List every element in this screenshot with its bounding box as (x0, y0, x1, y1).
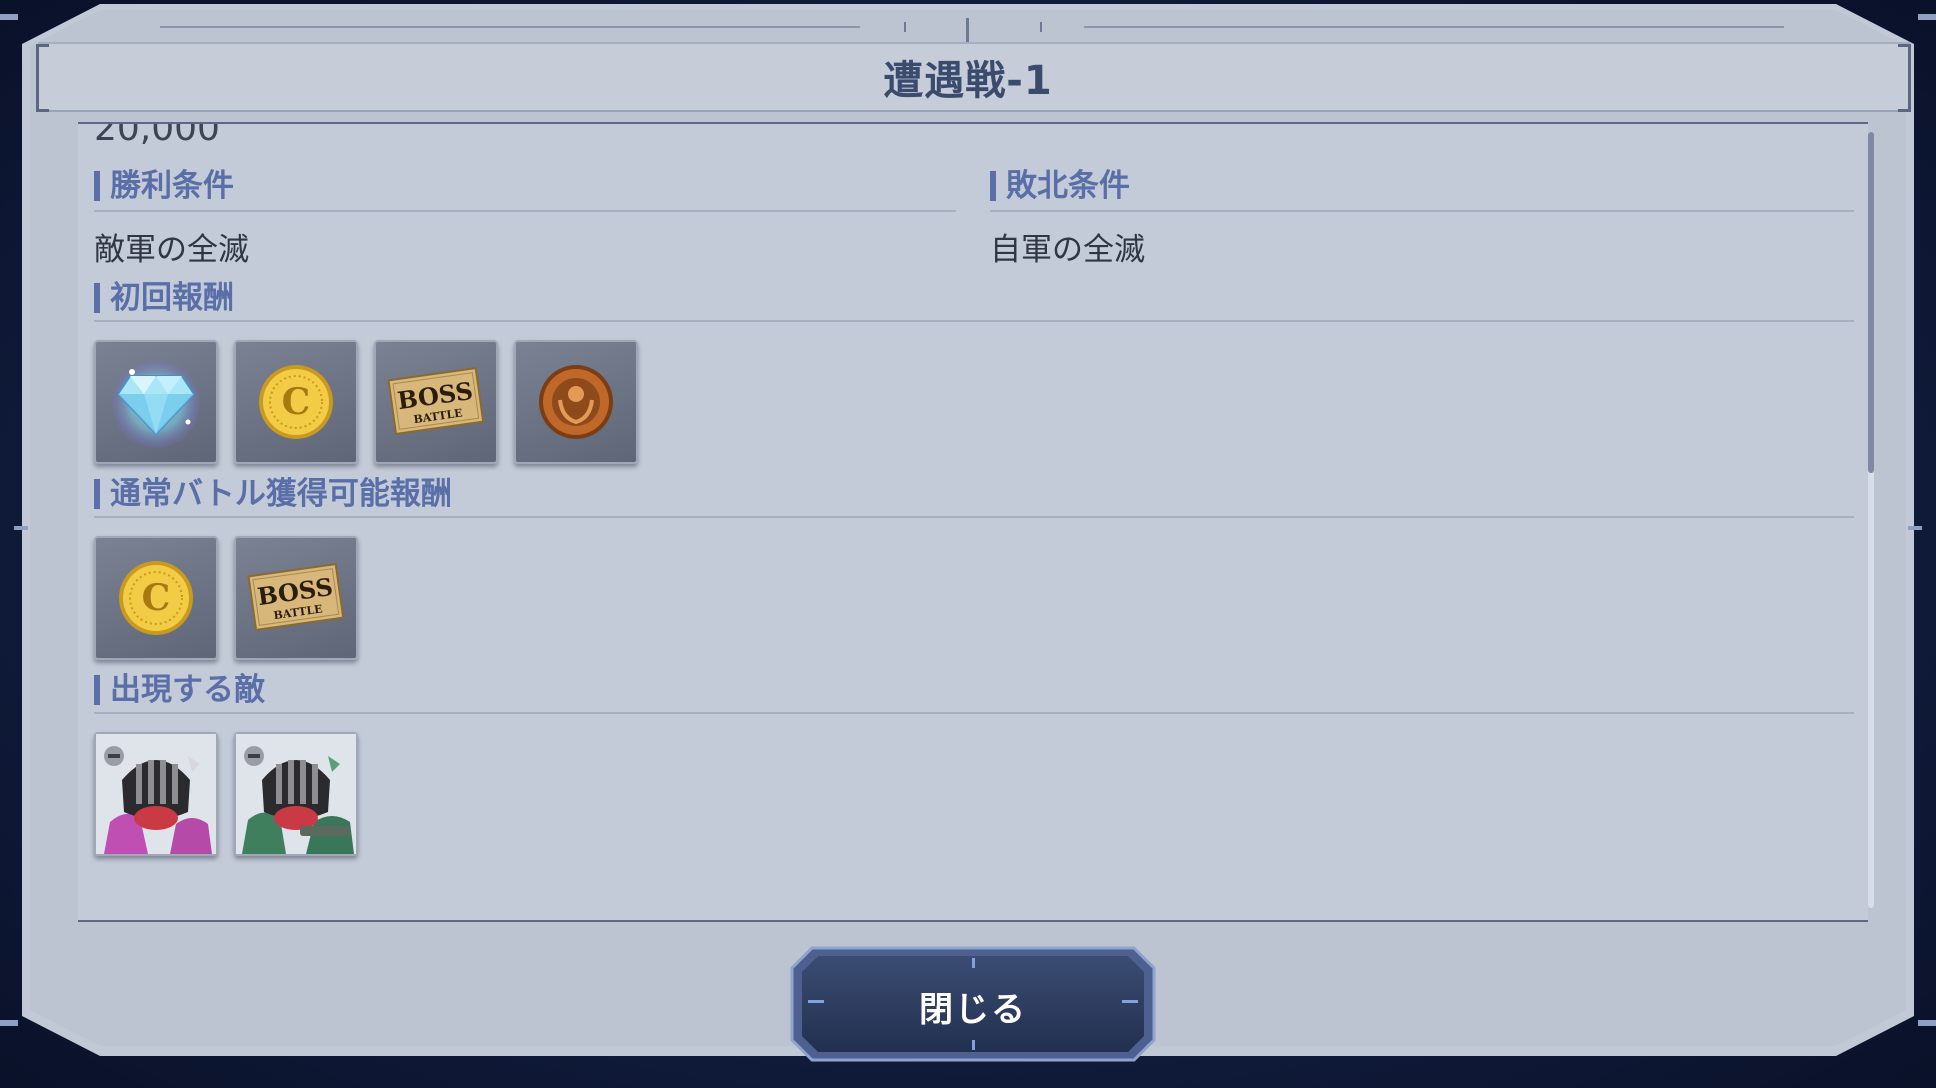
top-decor-rule-left (160, 26, 860, 28)
content-scrollbar[interactable] (1868, 132, 1874, 908)
reward-diamond-gem[interactable] (94, 340, 218, 464)
close-button-label: 閉じる (919, 990, 1027, 1030)
svg-text:C: C (282, 381, 311, 423)
boss-battle-ticket-icon: BOSS BATTLE (387, 367, 485, 436)
reward-bronze-medal[interactable] (514, 340, 638, 464)
stage-info-scroll-area[interactable]: 20,000 勝利条件 敵軍の全滅 敗北条件 自軍の全滅 初回報酬 C BOSS… (78, 122, 1868, 922)
section-divider (990, 210, 1854, 212)
frame-side-mark (14, 526, 28, 530)
first-reward-heading: 初回報酬 (94, 280, 234, 316)
defeat-condition-text: 自軍の全滅 (990, 232, 1145, 268)
reward-boss-battle-ticket[interactable]: BOSS BATTLE (234, 536, 358, 660)
frame-side-mark (1908, 526, 1922, 530)
frame-corner-mark (0, 14, 18, 20)
enemy-mech-green-icon (236, 734, 356, 854)
section-divider (94, 210, 956, 212)
enemy-unit-green[interactable] (234, 732, 358, 856)
bronze-medal-icon (539, 365, 613, 439)
dialog-title: 遭遇戦-1 (883, 58, 1053, 104)
enemy-unit-pink[interactable] (94, 732, 218, 856)
reward-gold-coin[interactable]: C (234, 340, 358, 464)
gold-coin-icon: C (259, 365, 333, 439)
svg-text:C: C (142, 577, 171, 619)
victory-condition-text: 敵軍の全滅 (94, 232, 249, 268)
section-divider (94, 712, 1854, 714)
normal-reward-heading: 通常バトル獲得可能報酬 (94, 476, 452, 512)
enemy-mech-pink-icon (96, 734, 216, 854)
close-button[interactable]: 閉じる (788, 944, 1158, 1064)
top-decor-rule-right (1084, 26, 1784, 28)
top-decor-tick-small (1040, 22, 1042, 32)
cut-off-value: 20,000 (94, 122, 220, 149)
scrollbar-thumb[interactable] (1868, 132, 1874, 473)
top-decor-tick (966, 18, 969, 42)
section-divider (94, 516, 1854, 518)
gold-coin-icon: C (119, 561, 193, 635)
top-decor-tick-small (904, 22, 906, 32)
victory-condition-heading: 勝利条件 (94, 168, 234, 204)
boss-battle-ticket-icon: BOSS BATTLE (247, 563, 345, 632)
reward-gold-coin[interactable]: C (94, 536, 218, 660)
enemies-heading: 出現する敵 (94, 672, 265, 708)
frame-corner-mark (1918, 1020, 1936, 1026)
diamond-gem-icon (112, 360, 200, 448)
reward-boss-battle-ticket[interactable]: BOSS BATTLE (374, 340, 498, 464)
defeat-condition-heading: 敗北条件 (990, 168, 1130, 204)
frame-corner-mark (1918, 14, 1936, 20)
frame-corner-mark (0, 1020, 18, 1026)
section-divider (94, 320, 1854, 322)
